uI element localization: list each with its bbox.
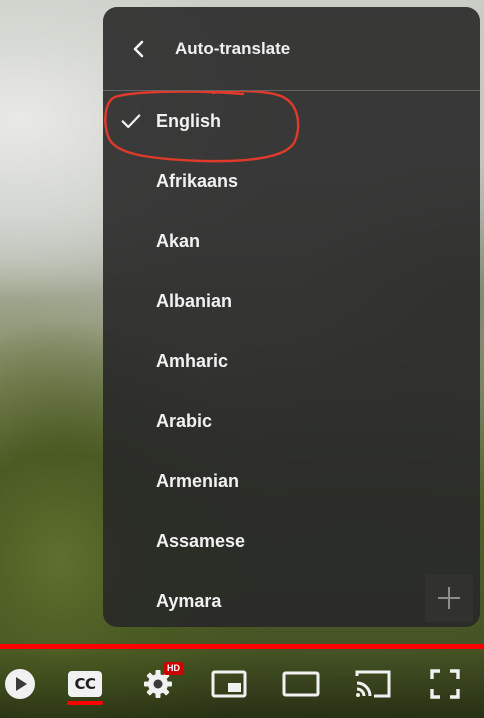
cast-button[interactable] — [352, 662, 394, 706]
progress-bar[interactable] — [0, 644, 484, 649]
video-player[interactable]: Auto-translate English Afrikaans Akan Al… — [0, 0, 484, 718]
language-label: Afrikaans — [156, 170, 239, 191]
fullscreen-button[interactable] — [424, 662, 466, 706]
language-item-assamese[interactable]: Assamese — [103, 511, 480, 571]
checkmark-icon — [121, 114, 140, 129]
language-label: English — [156, 110, 222, 131]
back-button[interactable] — [113, 23, 165, 75]
captions-button[interactable]: CC — [62, 662, 108, 706]
menu-header: Auto-translate — [103, 7, 480, 91]
language-item-akan[interactable]: Akan — [103, 211, 480, 271]
play-icon — [5, 669, 35, 699]
language-item-aymara[interactable]: Aymara — [103, 571, 480, 627]
language-list: English Afrikaans Akan Albanian Amharic … — [103, 91, 480, 627]
fullscreen-icon — [430, 669, 460, 699]
chevron-left-icon — [133, 40, 144, 57]
captions-label: CC — [74, 675, 96, 693]
progress-fill — [0, 644, 484, 649]
menu-title: Auto-translate — [175, 38, 291, 58]
language-item-afrikaans[interactable]: Afrikaans — [103, 151, 480, 211]
play-button[interactable] — [0, 662, 40, 706]
hd-badge: HD — [164, 662, 183, 675]
miniplayer-icon — [211, 670, 247, 698]
language-item-armenian[interactable]: Armenian — [103, 451, 480, 511]
language-label: Aymara — [156, 590, 222, 611]
language-item-albanian[interactable]: Albanian — [103, 271, 480, 331]
language-label: Amharic — [156, 350, 229, 371]
language-label: Albanian — [156, 290, 233, 311]
auto-translate-menu: Auto-translate English Afrikaans Akan Al… — [103, 7, 480, 627]
add-button[interactable] — [425, 574, 473, 622]
cast-icon — [355, 670, 391, 698]
cc-icon: CC — [68, 671, 102, 697]
control-bar: CC HD — [0, 652, 484, 718]
language-item-amharic[interactable]: Amharic — [103, 331, 480, 391]
miniplayer-button[interactable] — [208, 662, 250, 706]
captions-active-indicator — [67, 701, 103, 705]
language-label: Arabic — [156, 410, 213, 431]
language-label: Akan — [156, 230, 201, 251]
plus-icon — [438, 587, 460, 609]
language-item-arabic[interactable]: Arabic — [103, 391, 480, 451]
theater-mode-icon — [282, 671, 320, 697]
theater-mode-button[interactable] — [280, 662, 322, 706]
language-item-english[interactable]: English — [103, 91, 480, 151]
language-label: Armenian — [156, 470, 240, 491]
language-label: Assamese — [156, 530, 246, 551]
